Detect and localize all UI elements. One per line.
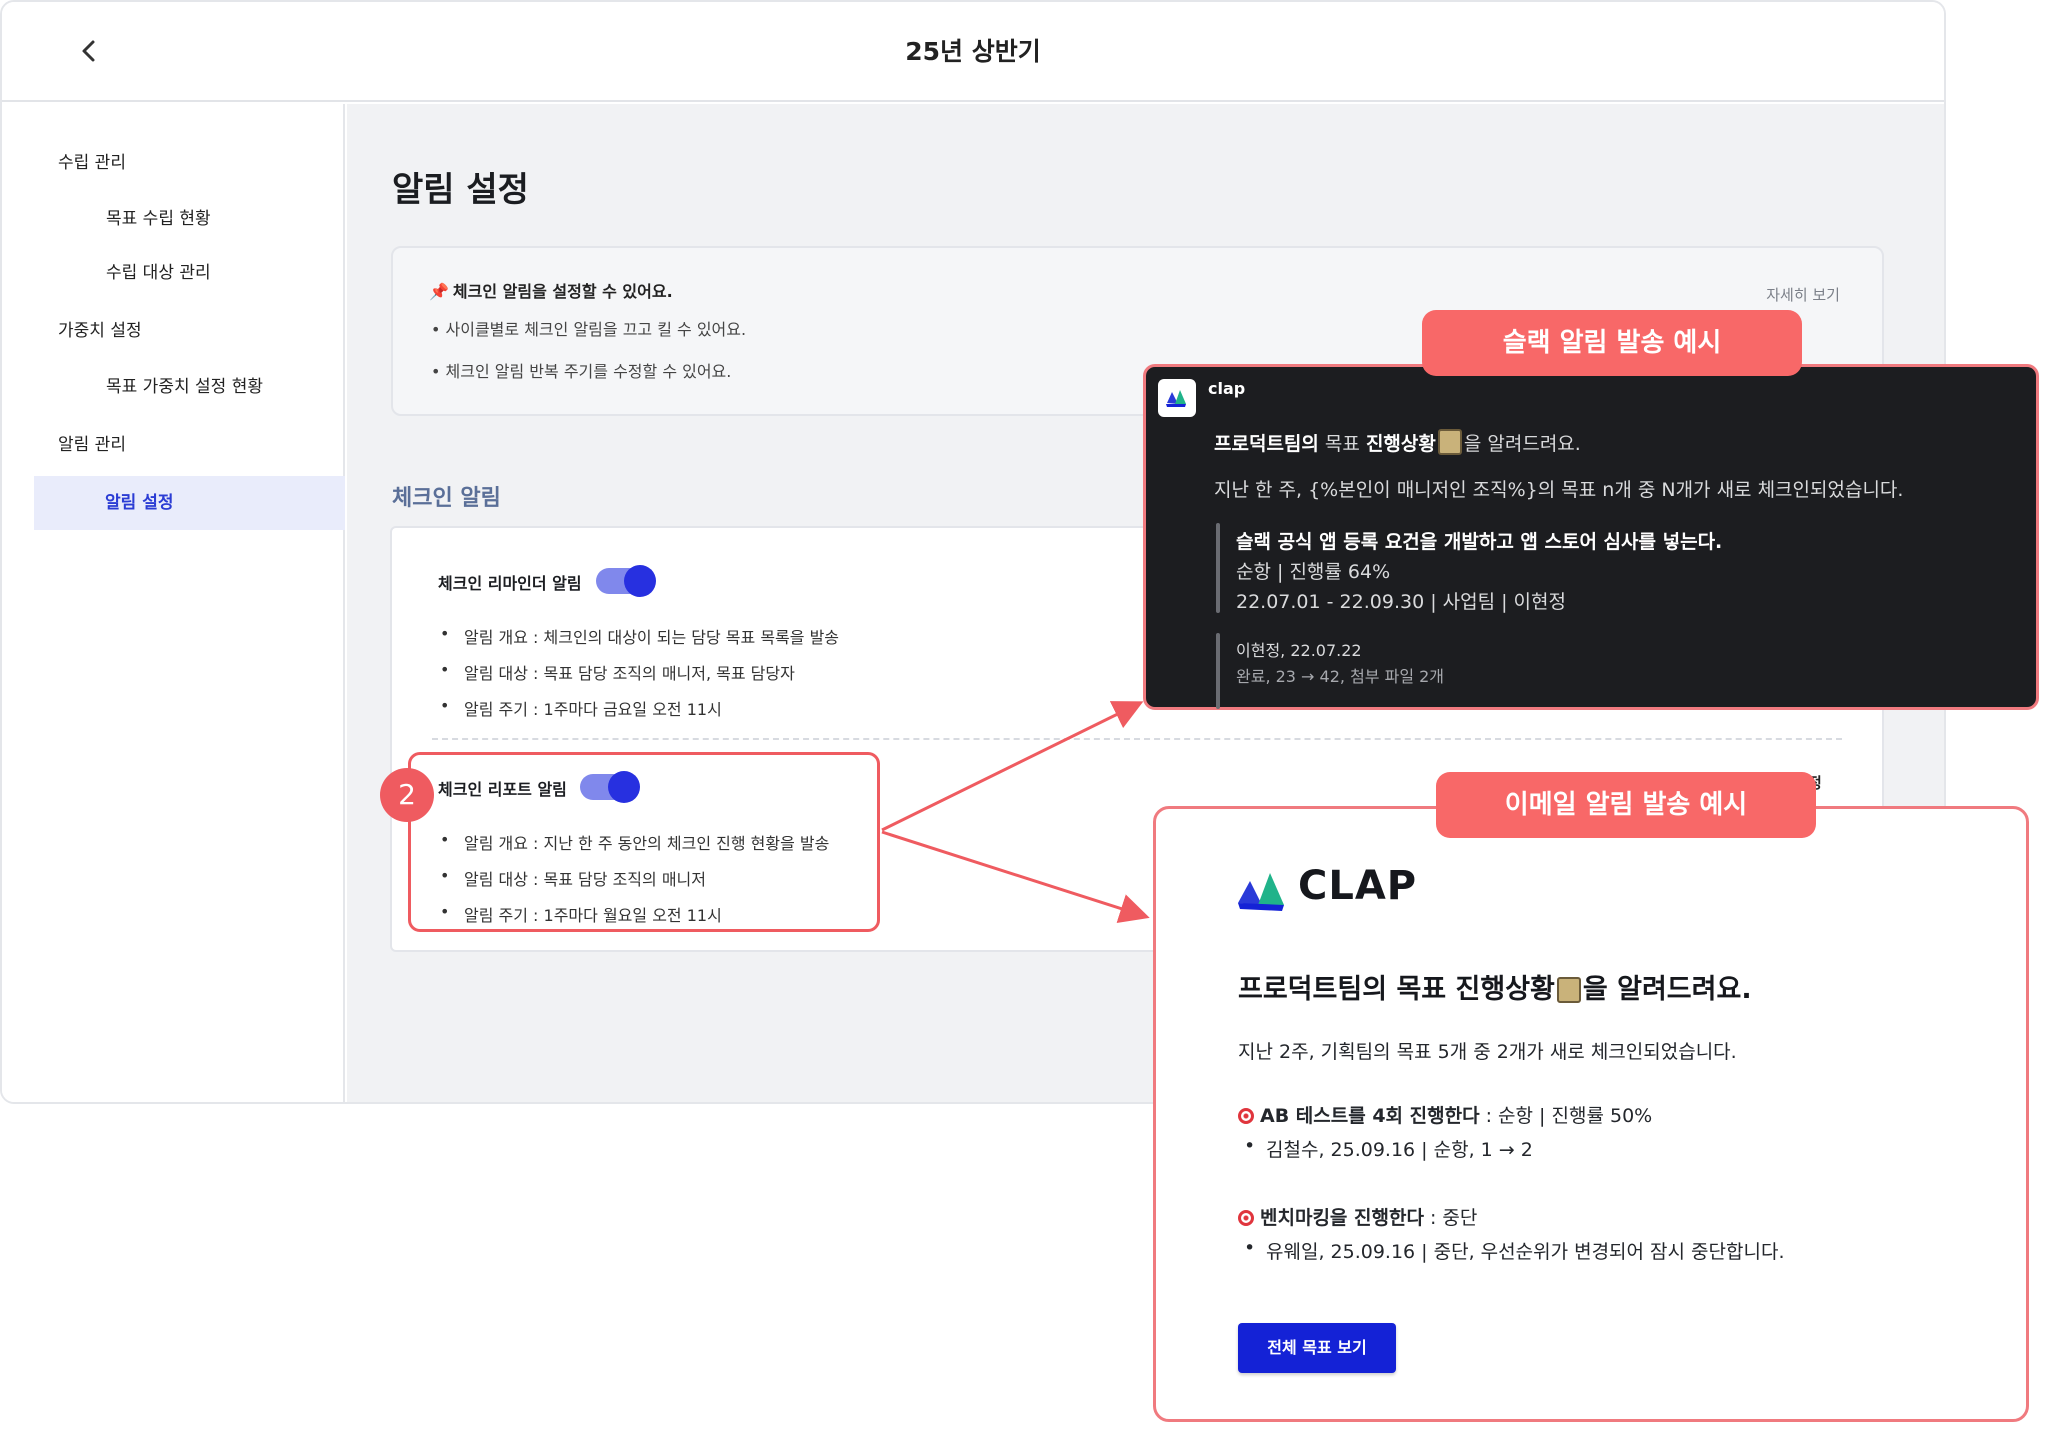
arrow-to-email bbox=[881, 830, 1150, 923]
slack-checkin-author: 이현정, 22.07.22 bbox=[1236, 641, 1362, 660]
email-summary: 지난 2주, 기획팀의 목표 5개 중 2개가 새로 체크인되었습니다. bbox=[1238, 1041, 1737, 1063]
target-icon bbox=[1238, 1108, 1254, 1124]
email-headline: 프로덕트팀의 목표 진행상황 을 알려드려요. bbox=[1238, 967, 1752, 1006]
email-goal-2-status: : 중단 bbox=[1423, 1207, 1478, 1229]
slack-goal-meta: 22.07.01 - 22.09.30 | 사업팀 | 이현정 bbox=[1236, 591, 1566, 613]
email-goal-2-checkin: 유웨일, 25.09.16 | 중단, 우선순위가 변경되어 잠시 중단합니다. bbox=[1244, 1237, 1784, 1264]
email-example-card: CLAP 프로덕트팀의 목표 진행상황 을 알려드려요. 지난 2주, 기획팀의 … bbox=[1153, 806, 2029, 1422]
email-goal-1: AB 테스트를 4회 진행한다 : 순항 | 진행률 50% bbox=[1238, 1101, 1652, 1128]
clap-app-icon bbox=[1158, 379, 1196, 417]
email-example-badge: 이메일 알림 발송 예시 bbox=[1436, 772, 1816, 838]
slack-quote-bar bbox=[1216, 633, 1220, 709]
slack-summary: 지난 한 주, {%본인이 매니저인 조직%}의 목표 n개 중 N개가 새로 … bbox=[1214, 479, 1904, 501]
email-goal-1-checkin: 김철수, 25.09.16 | 순항, 1 → 2 bbox=[1244, 1135, 1533, 1162]
email-headline-b: 을 알려드려요. bbox=[1582, 974, 1752, 1005]
email-logo-text: CLAP bbox=[1298, 863, 1418, 909]
arrow-to-slack bbox=[881, 701, 1144, 832]
view-all-goals-button[interactable]: 전체 목표 보기 bbox=[1238, 1323, 1396, 1373]
target-icon bbox=[1238, 1210, 1254, 1226]
slack-headline-end: 을 알려드려요. bbox=[1463, 433, 1581, 455]
slack-quote-bar bbox=[1216, 523, 1220, 613]
clipboard-icon bbox=[1437, 429, 1462, 455]
slack-goal-status: 순항 | 진행률 64% bbox=[1236, 561, 1391, 583]
slack-goal-title: 슬랙 공식 앱 등록 요건을 개발하고 앱 스토어 심사를 넣는다. bbox=[1236, 531, 1723, 553]
email-headline-a: 프로덕트팀의 목표 진행상황 bbox=[1238, 974, 1555, 1005]
slack-app-name: clap bbox=[1208, 379, 1246, 398]
email-goal-1-title: AB 테스트를 4회 진행한다 bbox=[1260, 1105, 1480, 1127]
slack-headline-mid: 목표 bbox=[1318, 433, 1366, 455]
slack-headline-team: 프로덕트팀의 bbox=[1214, 433, 1319, 455]
slack-example-badge: 슬랙 알림 발송 예시 bbox=[1422, 310, 1802, 376]
slack-example-card: clap 프로덕트팀의 목표 진행상황 을 알려드려요. 지난 한 주, {%본인… bbox=[1143, 364, 2039, 710]
email-goal-2-title: 벤치마킹을 진행한다 bbox=[1260, 1207, 1424, 1229]
clap-logo-icon bbox=[1238, 873, 1284, 911]
email-goal-1-status: : 순항 | 진행률 50% bbox=[1479, 1105, 1653, 1127]
email-goal-2: 벤치마킹을 진행한다 : 중단 bbox=[1238, 1203, 1477, 1230]
slack-checkin-detail: 완료, 23 → 42, 첨부 파일 2개 bbox=[1236, 667, 1445, 686]
slack-headline: 프로덕트팀의 목표 진행상황 을 알려드려요. bbox=[1214, 429, 1581, 456]
clipboard-icon bbox=[1556, 977, 1581, 1003]
slack-headline-progress: 진행상황 bbox=[1365, 433, 1436, 455]
